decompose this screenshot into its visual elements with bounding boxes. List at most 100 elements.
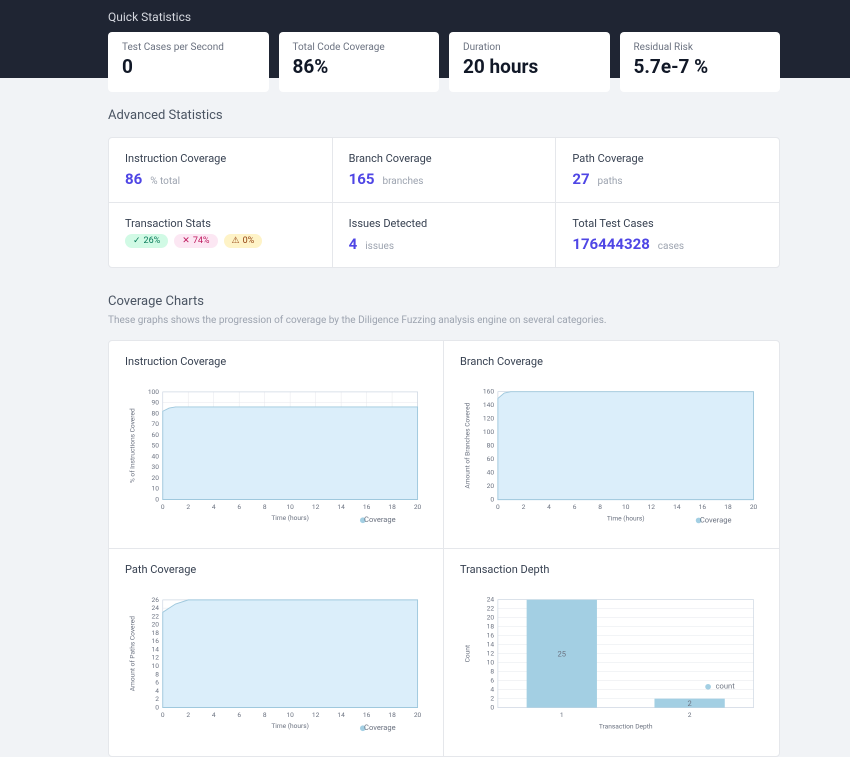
svg-text:20: 20	[414, 503, 422, 511]
svg-text:6: 6	[237, 503, 241, 511]
svg-text:Coverage: Coverage	[364, 723, 396, 732]
svg-text:14: 14	[337, 503, 345, 511]
svg-text:4: 4	[212, 503, 216, 511]
svg-text:0: 0	[490, 496, 494, 504]
svg-text:22: 22	[152, 612, 160, 620]
svg-text:18: 18	[724, 503, 732, 511]
svg-text:Amount of Branches Covered: Amount of Branches Covered	[463, 402, 471, 488]
svg-text:8: 8	[490, 668, 494, 676]
svg-text:6: 6	[490, 677, 494, 685]
chart-svg: 02468101214161820222412252Transaction De…	[460, 590, 763, 740]
warn-icon: ⚠	[232, 236, 240, 246]
svg-text:22: 22	[487, 605, 495, 613]
svg-text:60: 60	[487, 455, 495, 463]
quick-stats-title: Quick Statistics	[40, 0, 810, 24]
svg-text:20: 20	[750, 503, 758, 511]
advanced-stats-box: Instruction Coverage 86 % total Branch C…	[108, 137, 780, 268]
svg-text:60: 60	[152, 431, 160, 439]
svg-text:10: 10	[622, 503, 630, 511]
tx-badges: ✓26% ✕74% ⚠0%	[125, 234, 316, 248]
svg-text:20: 20	[414, 711, 422, 719]
svg-text:6: 6	[155, 679, 159, 687]
svg-text:0: 0	[161, 711, 165, 719]
adv-value: 165	[349, 170, 375, 188]
svg-text:Coverage: Coverage	[700, 515, 732, 524]
qcard-label: Duration	[463, 42, 596, 53]
svg-text:2: 2	[155, 695, 159, 703]
svg-text:20: 20	[487, 614, 495, 622]
svg-text:2: 2	[522, 503, 526, 511]
svg-text:70: 70	[152, 420, 160, 428]
adv-label: Transaction Stats	[125, 217, 316, 230]
svg-text:10: 10	[286, 503, 294, 511]
chart-instruction-coverage: Instruction Coverage 0102030405060708090…	[109, 341, 444, 549]
adv-cell-transaction-stats: Transaction Stats ✓26% ✕74% ⚠0%	[109, 203, 333, 267]
svg-text:0: 0	[155, 703, 159, 711]
svg-text:12: 12	[312, 711, 320, 719]
svg-text:12: 12	[487, 650, 495, 658]
adv-label: Instruction Coverage	[125, 152, 316, 165]
svg-text:24: 24	[152, 604, 160, 612]
qcard-residual-risk: Residual Risk 5.7e-7 %	[620, 32, 781, 92]
chart-svg: 010203040506070809010002468101214161820T…	[125, 382, 427, 532]
adv-cell-instruction-coverage: Instruction Coverage 86 % total	[109, 138, 333, 203]
svg-text:6: 6	[573, 503, 577, 511]
adv-cell-total-test-cases: Total Test Cases 176444328 cases	[556, 203, 779, 267]
svg-text:10: 10	[152, 662, 160, 670]
svg-text:0: 0	[161, 503, 165, 511]
svg-text:160: 160	[483, 388, 494, 396]
svg-text:20: 20	[152, 621, 160, 629]
svg-text:40: 40	[487, 469, 495, 477]
svg-text:Coverage: Coverage	[364, 515, 396, 524]
svg-text:14: 14	[337, 711, 345, 719]
chart-title: Transaction Depth	[460, 563, 763, 576]
svg-text:Time (hours): Time (hours)	[607, 514, 645, 522]
adv-label: Path Coverage	[572, 152, 763, 165]
svg-text:2: 2	[186, 503, 190, 511]
adv-unit: issues	[365, 241, 394, 252]
svg-text:Count: Count	[463, 645, 471, 663]
coverage-charts-subtitle: These graphs shows the progression of co…	[108, 315, 780, 326]
svg-text:18: 18	[487, 623, 495, 631]
adv-cell-path-coverage: Path Coverage 27 paths	[556, 138, 779, 203]
svg-text:Time (hours): Time (hours)	[271, 514, 309, 522]
chart-title: Branch Coverage	[460, 355, 763, 368]
svg-text:16: 16	[487, 632, 495, 640]
svg-text:10: 10	[152, 485, 160, 493]
svg-text:80: 80	[487, 442, 495, 450]
chart-branch-coverage: Branch Coverage 020406080100120140160024…	[444, 341, 779, 549]
qcard-duration: Duration 20 hours	[449, 32, 610, 92]
chart-svg: 0246810121416182022242602468101214161820…	[125, 590, 427, 740]
svg-text:14: 14	[487, 641, 495, 649]
advanced-stats-title: Advanced Statistics	[108, 108, 780, 123]
check-icon: ✓	[133, 236, 141, 246]
svg-text:Transaction Depth: Transaction Depth	[599, 722, 653, 730]
qcard-value: 0	[122, 55, 255, 78]
svg-text:20: 20	[152, 474, 160, 482]
svg-text:120: 120	[483, 415, 494, 423]
svg-text:6: 6	[237, 711, 241, 719]
svg-text:30: 30	[152, 463, 160, 471]
svg-text:2: 2	[490, 695, 494, 703]
svg-text:12: 12	[648, 503, 656, 511]
svg-text:4: 4	[155, 687, 159, 695]
svg-text:4: 4	[490, 686, 494, 694]
tx-badge-success: ✓26%	[125, 234, 168, 248]
svg-text:0: 0	[490, 704, 494, 712]
svg-text:20: 20	[487, 482, 495, 490]
svg-text:50: 50	[152, 442, 160, 450]
svg-text:0: 0	[155, 495, 159, 503]
qcard-label: Test Cases per Second	[122, 42, 255, 53]
svg-text:10: 10	[487, 659, 495, 667]
svg-text:100: 100	[483, 428, 494, 436]
adv-cell-branch-coverage: Branch Coverage 165 branches	[333, 138, 557, 203]
svg-text:140: 140	[483, 401, 494, 409]
svg-text:24: 24	[487, 596, 495, 604]
svg-text:100: 100	[148, 388, 159, 396]
adv-value: 176444328	[572, 235, 649, 253]
x-icon: ✕	[182, 236, 190, 246]
svg-text:8: 8	[598, 503, 602, 511]
svg-text:16: 16	[699, 503, 707, 511]
svg-text:18: 18	[388, 503, 396, 511]
qcard-value: 20 hours	[463, 55, 596, 78]
